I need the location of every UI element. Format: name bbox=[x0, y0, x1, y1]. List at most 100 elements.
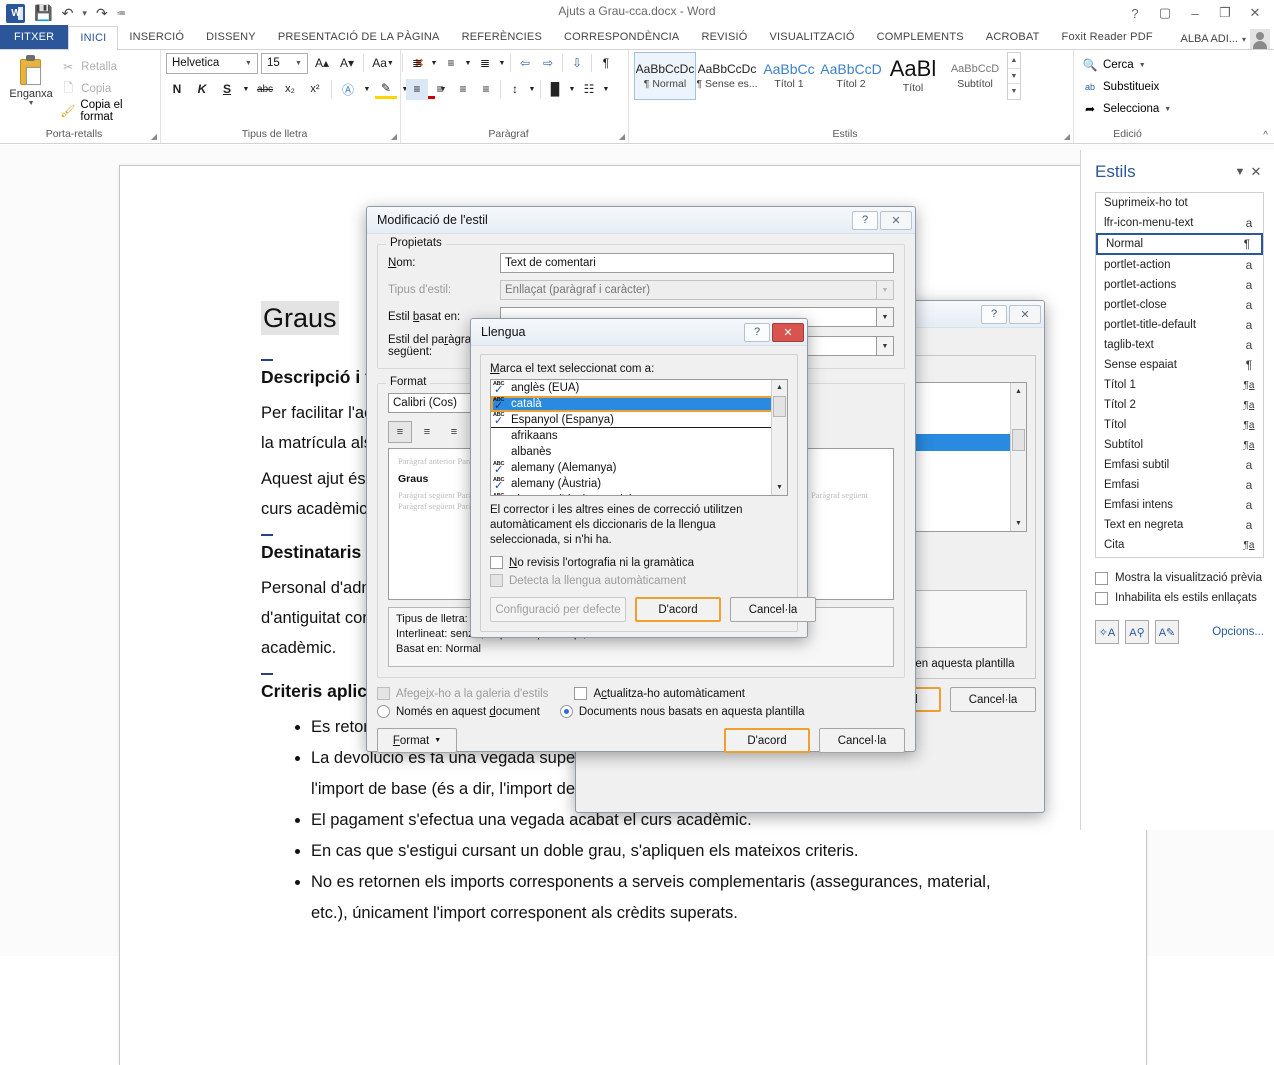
shading-chevron-down-icon[interactable]: ▼ bbox=[567, 79, 577, 100]
dialog-help-icon[interactable]: ? bbox=[981, 305, 1007, 324]
multilevel-list-icon[interactable]: ≣ bbox=[474, 53, 496, 74]
language-list-item[interactable]: ABC✓ Espanyol (Espanya) bbox=[491, 412, 787, 428]
modify-cancel-button[interactable]: Cancel·la bbox=[819, 728, 905, 753]
style-list-item[interactable]: portlet-actiona bbox=[1096, 255, 1263, 275]
style-tile-titol-1[interactable]: AaBbCc Títol 1 bbox=[758, 52, 820, 100]
style-tile-titol[interactable]: AaBl Títol bbox=[882, 52, 944, 100]
line-spacing-icon[interactable]: ↕ bbox=[504, 79, 526, 100]
dialog-language[interactable]: Llengua ? ✕ Marca el text seleccionat co… bbox=[470, 318, 808, 638]
gallery-scroll-down-icon[interactable]: ▼ bbox=[1008, 69, 1020, 85]
font-name-chevron-down-icon[interactable]: ▼ bbox=[242, 60, 255, 67]
tab-revisio[interactable]: REVISIÓ bbox=[690, 25, 758, 49]
style-list-item[interactable]: Títol¶a bbox=[1096, 415, 1263, 435]
language-list-item[interactable]: ABC✓ alemany (Liechtenstein) bbox=[491, 492, 787, 496]
select-chevron-down-icon[interactable]: ▼ bbox=[1164, 106, 1171, 113]
bold-button[interactable]: N bbox=[166, 79, 188, 100]
style-inspector-icon[interactable]: A⚲ bbox=[1125, 620, 1149, 644]
text-effects-icon[interactable]: Ⓐ bbox=[337, 79, 359, 100]
tab-acrobat[interactable]: ACROBAT bbox=[975, 25, 1051, 49]
style-list-item[interactable]: portlet-actionsa bbox=[1096, 275, 1263, 295]
checkbox-box[interactable] bbox=[1095, 592, 1108, 605]
format-chevron-down-icon[interactable]: ▼ bbox=[434, 737, 441, 744]
language-list-scrollbar[interactable]: ▲ ▼ bbox=[771, 380, 787, 495]
language-list-item-selected[interactable]: ABC✓ català bbox=[491, 396, 787, 412]
checkbox-disable-linked-styles[interactable]: Inhabilita els estils enllaçats bbox=[1095, 588, 1264, 608]
style-list-item[interactable]: Èmfasia bbox=[1096, 475, 1263, 495]
italic-button[interactable]: K bbox=[191, 79, 213, 100]
show-formatting-marks-icon[interactable]: ¶ bbox=[595, 53, 617, 74]
paste-chevron-down-icon[interactable]: ▼ bbox=[28, 100, 35, 107]
style-list-item-normal-selected[interactable]: Normal¶ bbox=[1096, 233, 1263, 255]
strikethrough-button[interactable]: abc bbox=[254, 79, 276, 100]
checkbox-box[interactable] bbox=[574, 687, 587, 700]
format-align-left-icon[interactable]: ≡ bbox=[388, 421, 412, 443]
tab-inici[interactable]: INICI bbox=[68, 26, 118, 50]
align-right-icon[interactable]: ≡ bbox=[452, 79, 474, 100]
justify-icon[interactable]: ≡ bbox=[475, 79, 497, 100]
paste-button[interactable]: Enganxa ▼ bbox=[5, 52, 57, 107]
styles-pane-options-link[interactable]: Opcions... bbox=[1212, 626, 1264, 638]
checkbox-box[interactable] bbox=[490, 574, 503, 587]
dialog-close-icon[interactable]: ✕ bbox=[1009, 305, 1041, 324]
style-list-item[interactable]: portlet-closea bbox=[1096, 295, 1263, 315]
increase-indent-icon[interactable]: ⇨ bbox=[537, 53, 559, 74]
manage-styles-icon[interactable]: A✎ bbox=[1155, 620, 1179, 644]
checkbox-autodetect-language[interactable]: Detecta la llengua automàticament bbox=[490, 574, 788, 587]
scroll-down-icon[interactable]: ▼ bbox=[1011, 515, 1027, 531]
align-left-icon[interactable]: ≡ bbox=[406, 79, 428, 100]
borders-chevron-down-icon[interactable]: ▼ bbox=[601, 79, 611, 100]
format-align-center-icon[interactable]: ≡ bbox=[415, 421, 439, 443]
checkbox-box[interactable] bbox=[377, 687, 390, 700]
language-list-item[interactable]: ABC✓ alemany (Alemanya) bbox=[491, 460, 787, 476]
align-center-icon[interactable]: ≡ bbox=[429, 79, 451, 100]
text-effects-chevron-down-icon[interactable]: ▼ bbox=[362, 79, 372, 100]
style-list-item[interactable]: portlet-title-defaulta bbox=[1096, 315, 1263, 335]
format-menu-button[interactable]: Format▼ bbox=[377, 728, 457, 753]
scroll-down-icon[interactable]: ▼ bbox=[772, 479, 788, 495]
new-style-icon[interactable]: ✧A bbox=[1095, 620, 1119, 644]
minimize-icon[interactable]: ‒ bbox=[1180, 2, 1210, 24]
dialog-close-icon[interactable]: ✕ bbox=[772, 323, 804, 342]
default-settings-button[interactable]: Configuració per defecte bbox=[490, 597, 626, 622]
find-button[interactable]: 🔍 Cerca ▼ bbox=[1079, 55, 1174, 75]
language-list[interactable]: ABC✓ anglès (EUA) ABC✓ català ABC✓ Espan… bbox=[490, 379, 788, 496]
pane-options-chevron-down-icon[interactable]: ▼ bbox=[1232, 166, 1248, 178]
close-icon[interactable]: ✕ bbox=[1240, 2, 1270, 24]
change-case-button[interactable]: Aa▼ bbox=[369, 53, 397, 74]
style-tile-subtitol[interactable]: AaBbCcD Subtítol bbox=[944, 52, 1006, 100]
radio-only-this-document[interactable]: Només en aquest document bbox=[377, 705, 540, 718]
numbering-chevron-down-icon[interactable]: ▼ bbox=[463, 53, 473, 74]
language-ok-button[interactable]: D'acord bbox=[635, 597, 721, 622]
select-button[interactable]: ➦ Selecciona ▼ bbox=[1079, 99, 1174, 119]
shading-icon[interactable]: █ bbox=[544, 79, 566, 100]
scrollbar-thumb[interactable] bbox=[1012, 429, 1025, 451]
style-type-select[interactable]: Enllaçat (paràgraf i caràcter) bbox=[500, 280, 877, 300]
language-cancel-button[interactable]: Cancel·la bbox=[730, 597, 816, 622]
tab-foxit-reader-pdf[interactable]: Foxit Reader PDF bbox=[1051, 25, 1164, 49]
style-list-item[interactable]: Cita¶a bbox=[1096, 535, 1263, 555]
underline-chevron-down-icon[interactable]: ▼ bbox=[241, 79, 251, 100]
style-list-item[interactable]: Títol 1¶a bbox=[1096, 375, 1263, 395]
style-list-item[interactable]: Èmfasi intensa bbox=[1096, 495, 1263, 515]
format-painter-button[interactable]: 🖌 Copia el format bbox=[57, 101, 155, 121]
help-icon[interactable]: ? bbox=[1120, 2, 1150, 24]
font-size-combo[interactable]: 15 ▼ bbox=[261, 53, 308, 74]
manage-styles-scrollbar[interactable]: ▲ ▼ bbox=[1010, 383, 1026, 531]
font-dialog-launcher-icon[interactable]: ◢ bbox=[389, 132, 399, 142]
next-paragraph-chevron-down-icon[interactable]: ▼ bbox=[877, 336, 894, 356]
bullets-chevron-down-icon[interactable]: ▼ bbox=[429, 53, 439, 74]
checkbox-show-preview[interactable]: Mostra la visualització prèvia bbox=[1095, 568, 1264, 588]
language-list-item[interactable]: afrikaans bbox=[491, 428, 787, 444]
restore-icon[interactable]: ❐ bbox=[1210, 2, 1240, 24]
scroll-up-icon[interactable]: ▲ bbox=[1011, 383, 1027, 399]
manage-cancel-button[interactable]: Cancel·la bbox=[950, 687, 1036, 712]
scrollbar-thumb[interactable] bbox=[773, 396, 786, 418]
radio-box[interactable] bbox=[560, 705, 573, 718]
bullets-icon[interactable]: ≣ bbox=[406, 53, 428, 74]
style-list-item[interactable]: taglib-texta bbox=[1096, 335, 1263, 355]
numbering-icon[interactable]: ≡ bbox=[440, 53, 462, 74]
dialog-close-icon[interactable]: ✕ bbox=[880, 211, 912, 230]
checkbox-add-to-gallery[interactable]: Afegeix-ho a la galeria d'estils bbox=[377, 687, 548, 700]
grow-font-icon[interactable]: A▴ bbox=[311, 53, 333, 74]
account-name[interactable]: ALBA ADI... bbox=[1181, 33, 1238, 45]
